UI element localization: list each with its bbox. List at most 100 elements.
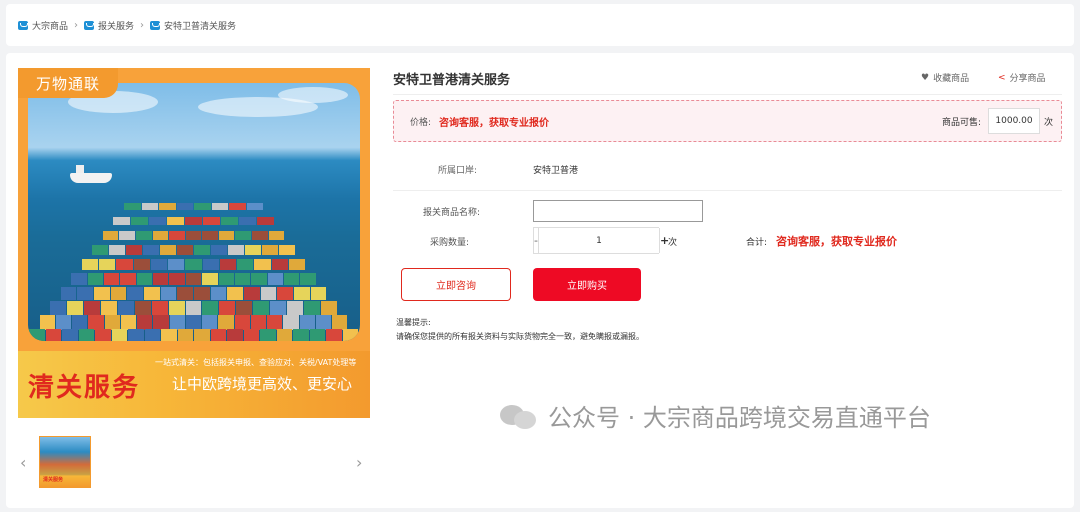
thumbnail-image[interactable]: 清关服务 [39, 436, 91, 488]
breadcrumb-label[interactable]: 大宗商品 [32, 19, 68, 32]
container-box [202, 315, 218, 330]
container-box [202, 273, 218, 285]
container-box [304, 301, 320, 315]
price-panel: 价格: 咨询客服，获取专业报价 商品可售: 1000.00 次 [393, 100, 1062, 142]
chevron-left-icon[interactable]: ‹ [20, 453, 26, 472]
container-box [62, 329, 78, 341]
container-stack [28, 203, 360, 341]
container-box [131, 217, 149, 225]
container-box [270, 301, 287, 315]
container-box [141, 203, 158, 210]
container-box [160, 245, 177, 255]
container-box [124, 203, 141, 210]
container-box [83, 301, 100, 315]
price-value: 咨询客服，获取专业报价 [439, 118, 549, 129]
container-box [299, 315, 315, 330]
container-box [261, 245, 278, 255]
container-box [185, 231, 202, 240]
container-box [60, 287, 77, 300]
chevron-right-icon[interactable]: › [356, 453, 362, 472]
breadcrumb-label[interactable]: 报关服务 [98, 19, 134, 32]
quantity-input[interactable] [537, 228, 660, 253]
favorite-button[interactable]: ♥ 收藏商品 [921, 71, 969, 85]
container-box [320, 301, 337, 315]
container-box [185, 259, 202, 270]
container-box [102, 231, 119, 240]
container-box [176, 203, 193, 210]
breadcrumb-item-commodities[interactable]: 大宗商品 [18, 19, 68, 32]
container-box [211, 203, 228, 210]
buy-now-button[interactable]: 立即购买 [533, 268, 641, 301]
container-box [29, 329, 45, 341]
container-box [151, 301, 168, 315]
share-icon: < [998, 72, 1006, 83]
container-box [251, 273, 267, 285]
chevron-right-icon: › [74, 19, 79, 31]
container-box [210, 329, 226, 341]
container-box [71, 273, 87, 285]
container-box [109, 245, 126, 255]
container-box [256, 217, 274, 225]
container-box [278, 245, 295, 255]
container-box [144, 329, 160, 341]
container-box [194, 245, 210, 255]
bag-icon [84, 20, 95, 30]
share-label: 分享商品 [1009, 74, 1046, 84]
total-value: 咨询客服，获取专业报价 [776, 235, 897, 248]
container-box [220, 217, 238, 225]
container-box [133, 259, 150, 270]
container-box [283, 315, 299, 330]
container-box [168, 301, 185, 315]
container-box [160, 287, 177, 300]
container-box [251, 231, 268, 240]
share-button[interactable]: < 分享商品 [998, 71, 1046, 85]
container-box [243, 329, 259, 341]
container-box [194, 329, 210, 341]
container-box [185, 273, 202, 285]
container-box [277, 287, 293, 300]
image-slogan: 让中欧跨境更高效、更安心 [172, 375, 353, 393]
goods-name-input[interactable] [533, 200, 703, 222]
stock-label: 商品可售: [942, 118, 982, 128]
container-box [119, 231, 136, 240]
divider [393, 190, 1062, 191]
port-value: 安特卫普港 [533, 166, 579, 176]
container-box [236, 301, 253, 315]
container-box [260, 329, 276, 341]
breadcrumb-item-customs[interactable]: 报关服务 [84, 19, 134, 32]
container-box [88, 315, 104, 330]
container-box [137, 315, 153, 330]
consult-button[interactable]: 立即咨询 [401, 268, 511, 301]
quantity-stepper: - + [533, 227, 670, 254]
container-box [67, 301, 83, 315]
container-box [271, 259, 288, 270]
container-box [128, 329, 144, 341]
container-box [100, 301, 117, 315]
container-box [227, 329, 243, 341]
container-box [92, 245, 109, 255]
container-box [202, 231, 218, 240]
container-box [332, 315, 348, 330]
container-box [127, 287, 143, 300]
container-box [153, 315, 169, 330]
container-box [120, 273, 136, 285]
container-box [202, 301, 219, 315]
container-box [72, 315, 88, 330]
image-title: 清关服务 [28, 373, 141, 403]
container-box [234, 273, 251, 285]
watermark-text: 公众号 · 大宗商品跨境交易直通平台 [548, 404, 931, 432]
price-label: 价格: [410, 118, 432, 128]
breadcrumb-item-current: 安特卫普清关服务 [150, 19, 236, 32]
container-box [194, 203, 211, 210]
tips-text: 请确保您提供的所有报关资料与实际货物完全一致，避免瞒报或漏报。 [396, 332, 644, 341]
watermark: 公众号 · 大宗商品跨境交易直通平台 [500, 398, 931, 433]
container-box [309, 329, 325, 341]
container-box [136, 273, 153, 285]
breadcrumb: 大宗商品 › 报关服务 › 安特卫普清关服务 [6, 4, 1074, 46]
ship-icon [70, 165, 112, 183]
container-box [110, 287, 127, 300]
container-box [150, 259, 168, 270]
container-box [246, 203, 263, 210]
container-box [161, 329, 177, 341]
container-box [95, 329, 111, 341]
